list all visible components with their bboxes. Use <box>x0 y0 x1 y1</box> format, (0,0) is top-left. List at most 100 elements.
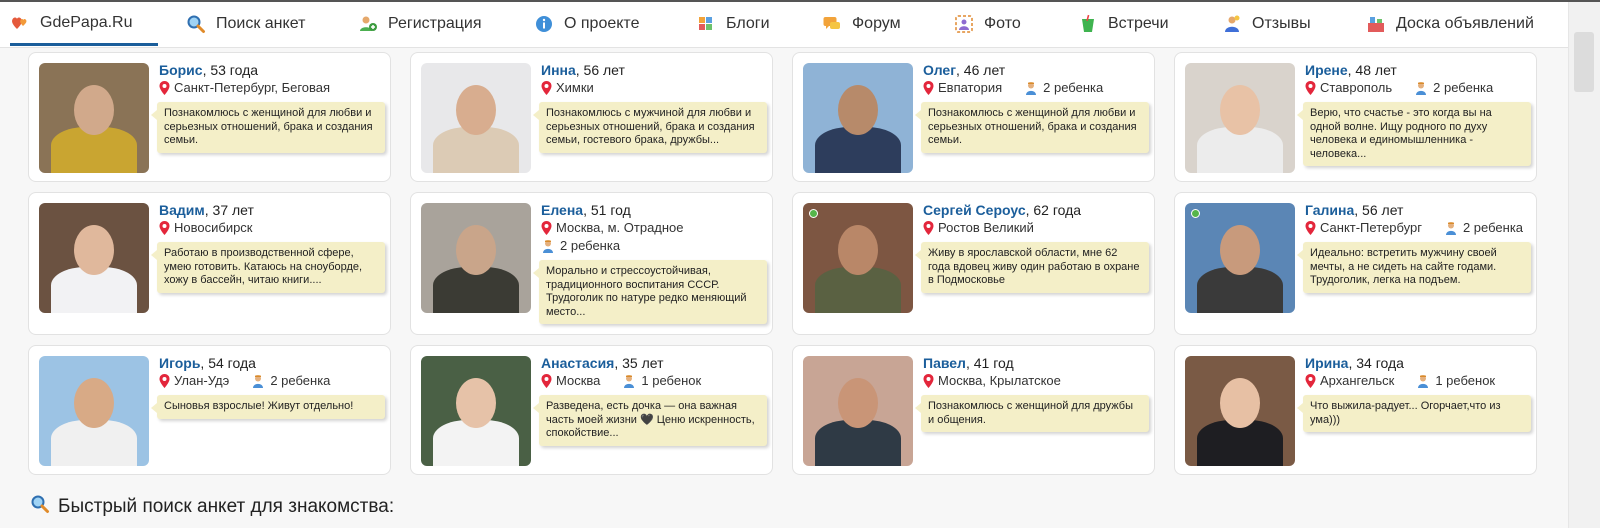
profile-age: , 34 года <box>1348 355 1404 371</box>
profile-name-line: Олег, 46 лет <box>923 61 1146 79</box>
profile-name[interactable]: Галина <box>1305 202 1354 218</box>
profile-about: Познакомлюсь с женщиной для любви и серь… <box>915 102 1149 153</box>
children-count: 2 ребенка <box>560 238 621 253</box>
profile-info: Игорь, 54 года Улан-Удэ 2 ребенка <box>159 354 382 390</box>
profile-location: Санкт-Петербург <box>1320 220 1422 235</box>
profile-name-line: Елена, 51 год <box>541 201 764 219</box>
location-line: Москва, Крылатское <box>923 372 1146 390</box>
location-pin-icon <box>923 374 934 388</box>
profile-info: Сергей Сероус, 62 года Ростов Великий <box>923 201 1146 237</box>
profile-name[interactable]: Инна <box>541 62 576 78</box>
location-line: Ростов Великий <box>923 219 1146 237</box>
location-line: Ставрополь 2 ребенка <box>1305 79 1528 97</box>
profile-name[interactable]: Борис <box>159 62 203 78</box>
profile-photo[interactable] <box>39 63 149 173</box>
profile-location: Евпатория <box>938 80 1003 95</box>
profile-about: Познакомлюсь с женщиной для дружбы и общ… <box>915 395 1149 432</box>
nav-item-6[interactable]: Фото <box>954 2 1021 46</box>
nav-item-3[interactable]: О проекте <box>534 2 639 46</box>
profile-info: Ирина, 34 года Архангельск 1 ребенок <box>1305 354 1528 390</box>
nav-item-4[interactable]: Блоги <box>696 2 770 46</box>
location-pin-icon <box>541 374 552 388</box>
profile-info: Елена, 51 год Москва, м. Отрадное 2 ребенк… <box>541 201 764 255</box>
nav-item-5[interactable]: Форум <box>822 2 901 46</box>
scrollbar-thumb[interactable] <box>1574 32 1594 92</box>
profile-name[interactable]: Олег <box>923 62 956 78</box>
quick-search-label: Быстрый поиск анкет для знакомства: <box>58 496 395 517</box>
search-icon <box>30 494 50 520</box>
profile-card[interactable]: Галина, 56 лет Санкт-Петербург 2 ребенка Ид… <box>1174 192 1537 335</box>
profile-name[interactable]: Ирина <box>1305 355 1348 371</box>
profile-card[interactable]: Олег, 46 лет Евпатория 2 ребенка Познакомлю… <box>792 52 1155 182</box>
profile-name[interactable]: Елена <box>541 202 583 218</box>
profile-photo[interactable] <box>421 63 531 173</box>
profile-card[interactable]: Борис, 53 года Санкт-Петербург, Беговая По… <box>28 52 391 182</box>
profile-name[interactable]: Вадим <box>159 202 205 218</box>
profile-card[interactable]: Сергей Сероус, 62 года Ростов Великий Живу… <box>792 192 1155 335</box>
board-icon <box>1366 14 1386 34</box>
scrollbar[interactable] <box>1568 2 1600 528</box>
nav-item-2[interactable]: Регистрация <box>358 2 482 46</box>
location-pin-icon <box>923 221 934 235</box>
nav-item-9[interactable]: Доска объявлений <box>1366 2 1534 46</box>
nav-item-7[interactable]: Встречи <box>1078 2 1169 46</box>
nav-item-0[interactable]: GdePapa.Ru <box>10 2 158 46</box>
location-pin-icon <box>541 221 552 235</box>
profile-photo[interactable] <box>39 356 149 466</box>
children-info: 2 ребенка <box>1024 79 1103 97</box>
profile-card[interactable]: Елена, 51 год Москва, м. Отрадное 2 ребенк… <box>410 192 773 335</box>
profile-name[interactable]: Анастасия <box>541 355 614 371</box>
child-icon <box>251 374 265 388</box>
profile-location: Санкт-Петербург, Беговая <box>174 80 331 95</box>
children-info: 2 ребенка <box>1414 79 1493 97</box>
profile-card[interactable]: Павел, 41 год Москва, Крылатское Познакомл… <box>792 345 1155 475</box>
profile-name-line: Вадим, 37 лет <box>159 201 382 219</box>
profile-age: , 56 лет <box>1354 202 1404 218</box>
nav-item-1[interactable]: Поиск анкет <box>186 2 305 46</box>
profile-name[interactable]: Павел <box>923 355 966 371</box>
children-info: 2 ребенка <box>1444 219 1523 237</box>
profile-card[interactable]: Анастасия, 35 лет Москва 1 ребенок Разведен… <box>410 345 773 475</box>
profile-card[interactable]: Инна, 56 лет Химки Познакомлюсь с мужчиной… <box>410 52 773 182</box>
profile-name[interactable]: Ирене <box>1305 62 1348 78</box>
profile-card[interactable]: Ирина, 34 года Архангельск 1 ребенок Что вы… <box>1174 345 1537 475</box>
profile-age: , 35 лет <box>614 355 664 371</box>
profile-about: Познакомлюсь с женщиной для любви и серь… <box>151 102 385 153</box>
location-line: Архангельск 1 ребенок <box>1305 372 1528 390</box>
profile-photo[interactable] <box>39 203 149 313</box>
profile-photo[interactable] <box>803 356 913 466</box>
profile-age: , 56 лет <box>575 62 625 78</box>
nav-item-8[interactable]: Отзывы <box>1222 2 1311 46</box>
profile-photo[interactable] <box>1185 356 1295 466</box>
nav-item-label: Доска объявлений <box>1396 15 1534 32</box>
profile-about: Познакомлюсь с мужчиной для любви и серь… <box>533 102 767 153</box>
profile-age: , 54 года <box>200 355 256 371</box>
profile-photo[interactable] <box>421 203 531 313</box>
profile-photo[interactable] <box>803 63 913 173</box>
profile-photo[interactable] <box>1185 203 1295 313</box>
child-icon <box>1444 221 1458 235</box>
profile-card[interactable]: Вадим, 37 лет Новосибирск Работаю в произв… <box>28 192 391 335</box>
profile-age: , 46 лет <box>956 62 1006 78</box>
blog-icon <box>696 14 716 34</box>
profile-about: Работаю в производственной сфере, умею г… <box>151 242 385 293</box>
main-nav: GdePapa.Ru Поиск анкет Регистрация О проект… <box>0 2 1568 48</box>
online-indicator <box>809 209 818 218</box>
profile-photo[interactable] <box>1185 63 1295 173</box>
profile-name[interactable]: Сергей Сероус <box>923 202 1026 218</box>
profile-about: Идеально: встретить мужчину своей мечты,… <box>1297 242 1531 293</box>
children-count: 1 ребенок <box>641 373 702 388</box>
profile-info: Галина, 56 лет Санкт-Петербург 2 ребенка <box>1305 201 1528 237</box>
profile-name[interactable]: Игорь <box>159 355 200 371</box>
children-info: 1 ребенок <box>622 372 701 390</box>
profile-info: Ирене, 48 лет Ставрополь 2 ребенка <box>1305 61 1528 97</box>
profile-card[interactable]: Ирене, 48 лет Ставрополь 2 ребенка Верю, чт… <box>1174 52 1537 182</box>
profile-location: Архангельск <box>1320 373 1395 388</box>
add-user-icon <box>358 14 378 34</box>
profile-about: Сыновья взрослые! Живут отдельно! <box>151 395 385 419</box>
profile-card[interactable]: Игорь, 54 года Улан-Удэ 2 ребенка Сыновья в… <box>28 345 391 475</box>
profile-photo[interactable] <box>421 356 531 466</box>
info-icon <box>534 14 554 34</box>
profile-photo[interactable] <box>803 203 913 313</box>
child-icon <box>1024 81 1038 95</box>
